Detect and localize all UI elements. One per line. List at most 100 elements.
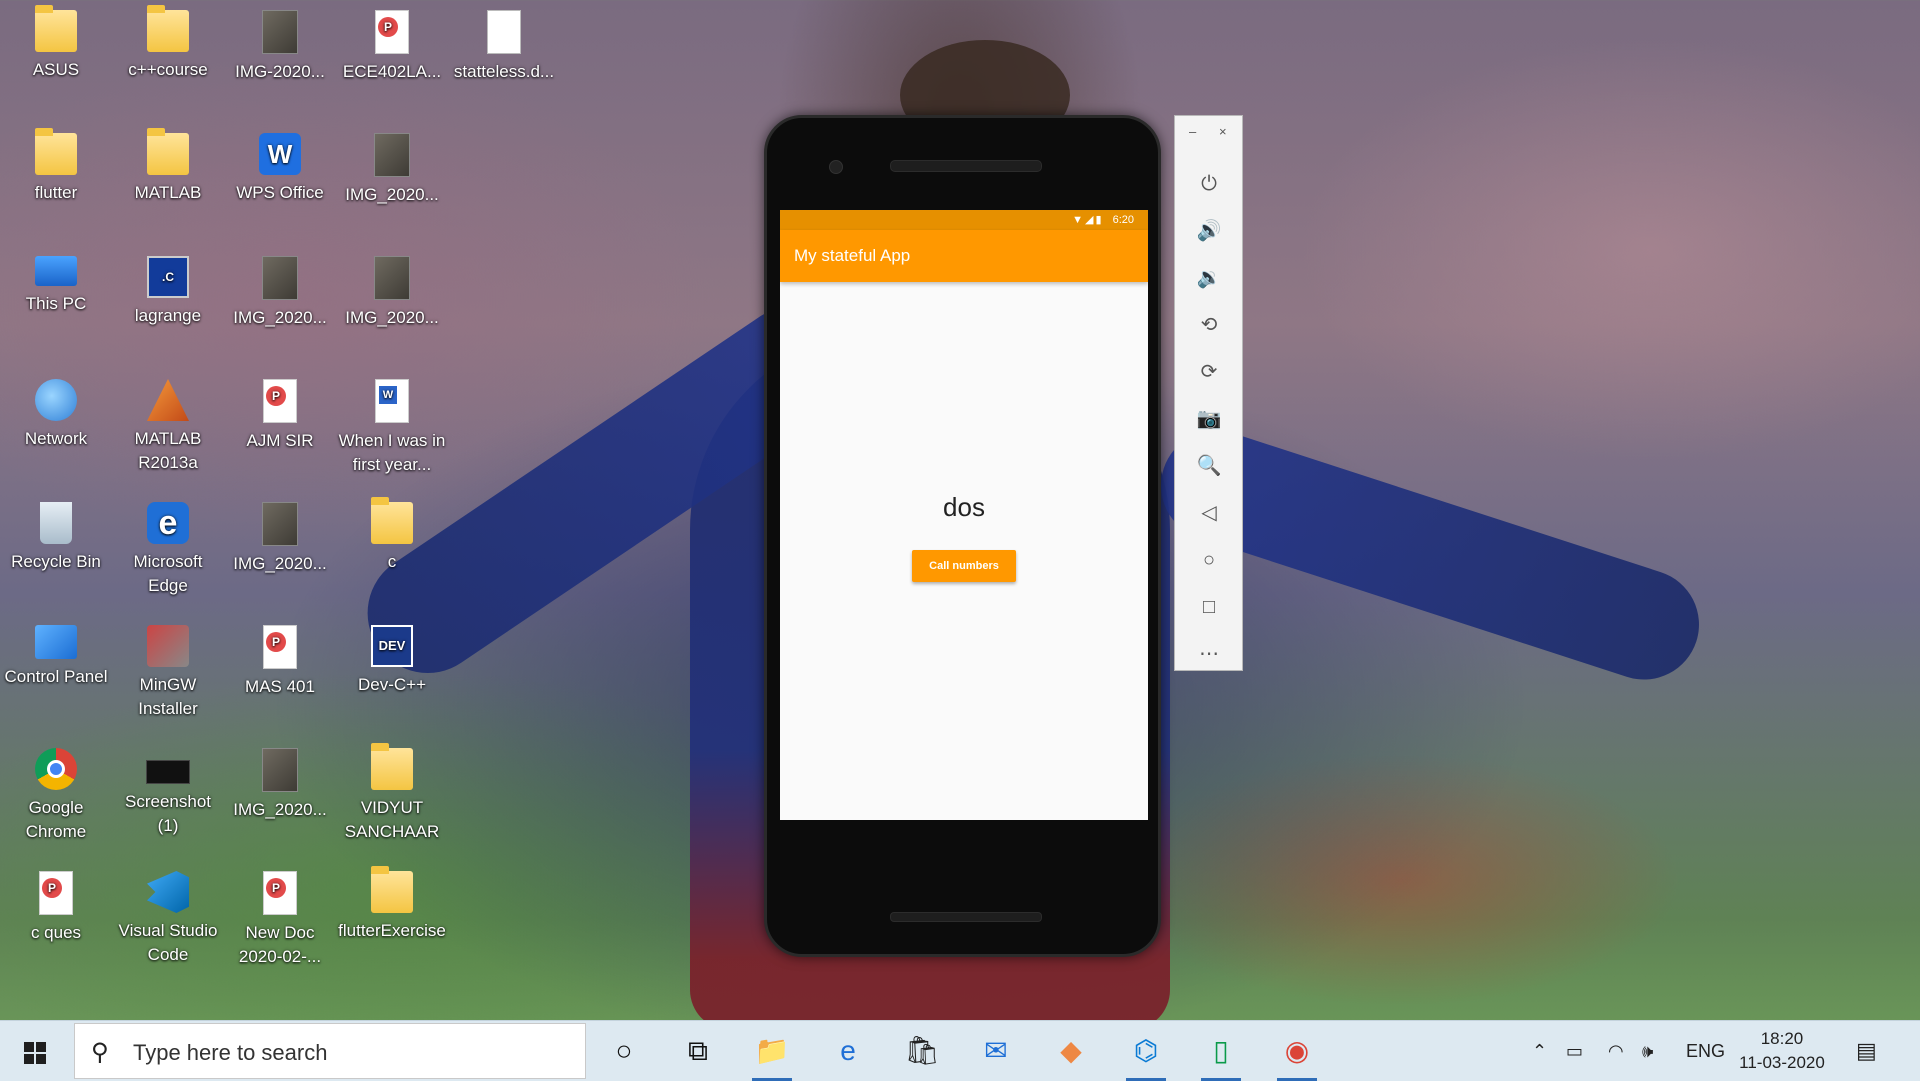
- desktop-icon-label: flutter: [34, 183, 78, 202]
- desktop-icon[interactable]: flutterExercise: [338, 866, 446, 943]
- desktop-icon-label: Visual Studio Code: [118, 921, 218, 964]
- taskbar-mail-icon[interactable]: ✉: [971, 1029, 1021, 1073]
- windows-logo-icon: [24, 1042, 46, 1064]
- volume-up-icon[interactable]: 🔊: [1189, 215, 1229, 247]
- desktop-icon[interactable]: IMG_2020...: [338, 256, 446, 330]
- desktop-icon[interactable]: MAS 401: [226, 625, 334, 699]
- language-indicator[interactable]: ENG: [1686, 1021, 1725, 1081]
- wps-office-icon: [259, 133, 301, 175]
- volume-down-icon[interactable]: 🔉: [1189, 262, 1229, 294]
- desktop-icon[interactable]: DEV Dev-C++: [338, 625, 446, 697]
- start-button[interactable]: [0, 1021, 70, 1081]
- rotate-left-icon[interactable]: ⟲: [1189, 309, 1229, 341]
- desktop-icon[interactable]: MinGW Installer: [114, 625, 222, 721]
- taskbar-android-emulator-icon[interactable]: ▯: [1196, 1029, 1246, 1081]
- desktop-icon-label: Screenshot (1): [125, 792, 211, 835]
- app-bar: My stateful App: [780, 230, 1148, 282]
- taskbar-edge-icon[interactable]: e: [823, 1029, 873, 1073]
- chrome-icon: [35, 748, 77, 790]
- desktop-icon[interactable]: c++course: [114, 5, 222, 82]
- emulator-screen[interactable]: ▼◢▮ 6:20 My stateful App dos Call number…: [780, 210, 1148, 820]
- front-camera: [829, 160, 843, 174]
- taskbar-search-input[interactable]: [131, 1034, 575, 1072]
- desktop-icon[interactable]: New Doc 2020-02-...: [226, 871, 334, 969]
- call-numbers-button[interactable]: Call numbers: [912, 550, 1016, 582]
- desktop-icon[interactable]: statteless.d...: [450, 10, 558, 84]
- folder-icon: [35, 128, 77, 175]
- vscode-icon: [147, 871, 189, 913]
- desktop-icon[interactable]: Screenshot (1): [114, 748, 222, 838]
- desktop-icon-label: MAS 401: [245, 677, 315, 696]
- desktop-icon[interactable]: MATLAB R2013a: [114, 379, 222, 475]
- desktop-icon[interactable]: MATLAB: [114, 128, 222, 205]
- desktop-icon[interactable]: flutter: [2, 128, 110, 205]
- toolbar-close-button[interactable]: ×: [1219, 124, 1227, 139]
- desktop-icon[interactable]: .C lagrange: [114, 256, 222, 328]
- taskbar-cortana-icon[interactable]: ○: [599, 1029, 649, 1073]
- rotate-right-icon[interactable]: ⟳: [1189, 356, 1229, 388]
- image-file-icon: [374, 256, 410, 300]
- desktop-icon[interactable]: Control Panel: [2, 625, 110, 689]
- desktop-icon[interactable]: Visual Studio Code: [114, 871, 222, 967]
- overview-icon[interactable]: □: [1189, 591, 1229, 623]
- show-hidden-icons-chevron-icon[interactable]: ⌃: [1532, 1021, 1547, 1081]
- camera-icon[interactable]: 📷: [1189, 403, 1229, 435]
- desktop-icon[interactable]: This PC: [2, 256, 110, 316]
- home-icon[interactable]: ○: [1189, 544, 1229, 576]
- toolbar-minimize-button[interactable]: –: [1189, 124, 1196, 139]
- desktop-icon[interactable]: IMG_2020...: [226, 502, 334, 576]
- taskbar-task-view-icon[interactable]: ⧉: [673, 1029, 723, 1073]
- desktop-icon[interactable]: ECE402LA...: [338, 10, 446, 84]
- volume-icon[interactable]: 🕪: [1642, 1021, 1653, 1081]
- wifi-icon[interactable]: ◠: [1608, 1021, 1624, 1081]
- desktop-icon[interactable]: IMG_2020...: [338, 133, 446, 207]
- pdf-file-icon: [263, 379, 297, 423]
- desktop-icon-label: c: [387, 552, 397, 571]
- taskbar-photos-icon[interactable]: ◆: [1046, 1029, 1096, 1073]
- desktop-icon[interactable]: e Microsoft Edge: [114, 502, 222, 598]
- battery-icon[interactable]: ▭: [1566, 1021, 1583, 1081]
- desktop-icon[interactable]: WPS Office: [226, 133, 334, 205]
- matlab-icon: [147, 379, 189, 421]
- desktop-icon-label: Control Panel: [4, 667, 108, 686]
- taskbar-chrome-icon[interactable]: ◉: [1272, 1029, 1322, 1081]
- dev-cpp-icon: DEV: [371, 625, 413, 667]
- desktop-icon[interactable]: c: [338, 497, 446, 574]
- desktop-icon-label: c ques: [30, 923, 82, 942]
- android-emulator-device: ▼◢▮ 6:20 My stateful App dos Call number…: [764, 115, 1161, 957]
- taskbar-vscode-icon[interactable]: ⌬: [1121, 1029, 1171, 1081]
- taskbar-file-explorer-icon[interactable]: 📁: [747, 1029, 797, 1081]
- taskbar-search-box[interactable]: ⚲: [74, 1023, 586, 1079]
- desktop-icon[interactable]: IMG_2020...: [226, 256, 334, 330]
- desktop-icon[interactable]: IMG-2020...: [226, 10, 334, 84]
- image-file-icon: [262, 256, 298, 300]
- desktop-icon[interactable]: AJM SIR: [226, 379, 334, 453]
- desktop-icon-label: Google Chrome: [25, 798, 87, 841]
- network-icon: [35, 379, 77, 421]
- desktop-icon[interactable]: Google Chrome: [2, 748, 110, 844]
- more-icon[interactable]: ⋯: [1189, 638, 1229, 670]
- back-icon[interactable]: ◁: [1189, 497, 1229, 529]
- taskbar-store-icon[interactable]: 🛍: [897, 1029, 947, 1073]
- desktop-icon[interactable]: ASUS: [2, 5, 110, 82]
- desktop-icon[interactable]: Recycle Bin: [2, 502, 110, 574]
- zoom-icon[interactable]: 🔍: [1189, 450, 1229, 482]
- desktop-icon[interactable]: Network: [2, 379, 110, 451]
- desktop-icon-label: AJM SIR: [246, 431, 314, 450]
- desktop-icon-label: Microsoft Edge: [133, 552, 203, 595]
- recycle-bin-icon: [40, 502, 72, 544]
- counter-text: dos: [943, 492, 985, 522]
- desktop-icon[interactable]: c ques: [2, 871, 110, 945]
- action-center-icon[interactable]: ▤: [1856, 1021, 1877, 1081]
- mingw-installer-icon: [147, 625, 189, 667]
- desktop-icon[interactable]: IMG_2020...: [226, 748, 334, 822]
- taskbar: ⚲ ○ ⧉ 📁 e 🛍 ✉ ◆ ⌬ ▯ ◉ ⌃ ▭ ◠ 🕪 ENG 18:20 11-03-202…: [0, 1020, 1920, 1081]
- desktop-icon-label: flutterExercise: [338, 921, 446, 940]
- desktop-icon-label: c++course: [128, 60, 208, 79]
- taskbar-clock[interactable]: 18:20 11-03-2020: [1737, 1027, 1827, 1075]
- desktop-icon[interactable]: VIDYUT SANCHAAR: [338, 743, 446, 844]
- desktop-icon[interactable]: When I was in first year...: [338, 379, 446, 477]
- clock-time: 18:20: [1760, 1029, 1804, 1048]
- power-icon[interactable]: ⏻: [1189, 168, 1229, 200]
- search-icon: ⚲: [91, 1039, 109, 1066]
